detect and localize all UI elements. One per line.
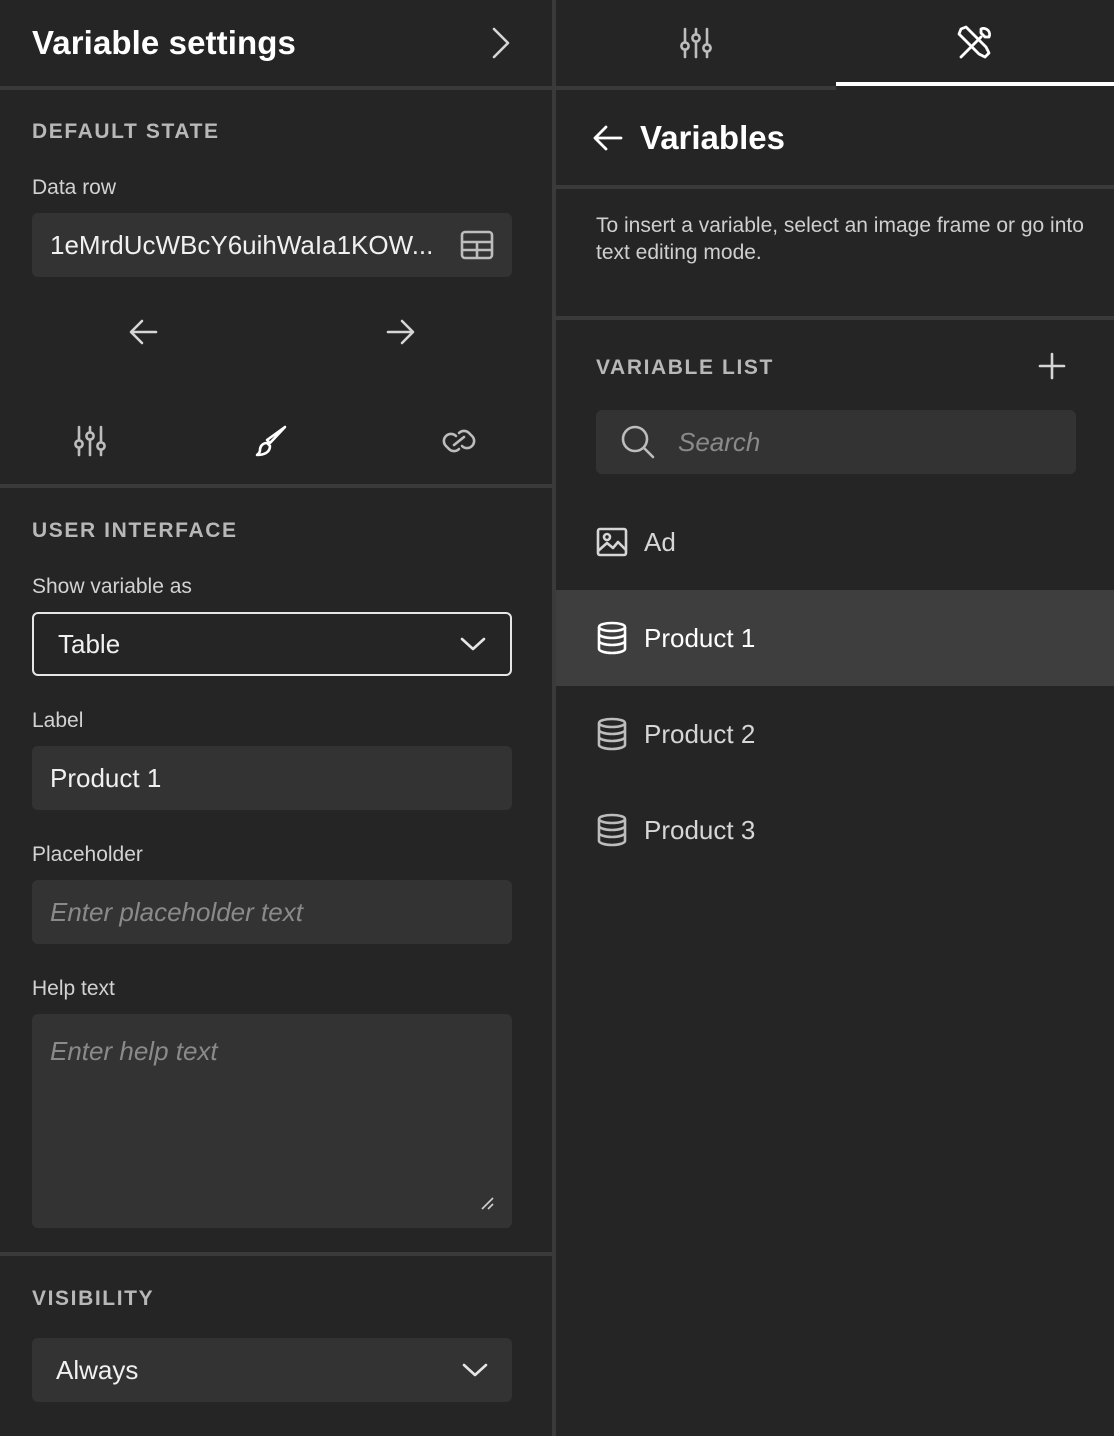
- previous-row-arrow-icon[interactable]: [128, 316, 160, 348]
- visibility-value: Always: [56, 1354, 139, 1385]
- placeholder-label: Placeholder: [32, 843, 143, 866]
- placeholder-input[interactable]: Enter placeholder text: [32, 880, 512, 944]
- search-input[interactable]: [678, 426, 1058, 458]
- chevron-right-icon[interactable]: [490, 26, 512, 60]
- placeholder-input-placeholder: Enter placeholder text: [50, 896, 303, 927]
- label-input[interactable]: Product 1: [32, 746, 512, 810]
- show-variable-as-value: Table: [58, 628, 121, 659]
- help-text-placeholder: Enter help text: [50, 1036, 218, 1066]
- chevron-down-icon: [460, 636, 486, 652]
- divider: [556, 316, 1114, 320]
- default-state-title: DEFAULT STATE: [32, 120, 220, 143]
- tab-settings[interactable]: [556, 0, 836, 86]
- variable-settings-header: Variable settings: [0, 0, 552, 86]
- show-variable-as-select[interactable]: Table: [32, 612, 512, 676]
- help-text-label: Help text: [32, 977, 115, 1000]
- visibility-select[interactable]: Always: [32, 1338, 512, 1402]
- settings-tabs: [0, 398, 552, 488]
- paintbrush-icon: [255, 424, 289, 458]
- add-variable-button[interactable]: [1038, 352, 1066, 380]
- link-icon: [442, 428, 476, 454]
- variable-settings-panel: Variable settings DEFAULT STATE Data row…: [0, 0, 552, 1436]
- variable-item-product-1[interactable]: Product 1: [556, 590, 1114, 686]
- show-variable-as-label: Show variable as: [32, 575, 192, 598]
- insert-variable-hint: To insert a variable, select an image fr…: [596, 214, 1084, 264]
- tab-tools[interactable]: [836, 0, 1114, 86]
- variable-list-title: VARIABLE LIST: [596, 356, 774, 379]
- label-value: Product 1: [50, 762, 162, 793]
- tab-links[interactable]: [365, 398, 552, 484]
- sliders-icon: [73, 424, 107, 458]
- data-row-label: Data row: [32, 176, 117, 199]
- variables-panel: Variables To insert a variable, select a…: [556, 0, 1114, 1436]
- variable-name: Ad: [644, 526, 676, 557]
- data-row-value: 1eMrdUcWBcY6uihWaIa1KOW...: [50, 229, 434, 260]
- variables-header: Variables: [556, 90, 1114, 186]
- divider: [0, 86, 552, 90]
- resize-grip-icon[interactable]: [480, 1196, 494, 1210]
- image-icon: [596, 527, 628, 557]
- divider: [0, 1252, 552, 1256]
- app-root: Variable settings DEFAULT STATE Data row…: [0, 0, 1114, 1436]
- panel-title: Variable settings: [32, 24, 296, 61]
- sliders-icon: [679, 26, 713, 60]
- data-row-field[interactable]: 1eMrdUcWBcY6uihWaIa1KOW...: [32, 213, 512, 277]
- divider: [0, 484, 552, 488]
- active-tab-indicator: [836, 82, 1114, 86]
- next-row-arrow-icon[interactable]: [384, 316, 416, 348]
- back-arrow-icon[interactable]: [592, 123, 624, 153]
- database-icon: [596, 813, 628, 847]
- tab-style[interactable]: [179, 398, 365, 488]
- variables-title: Variables: [640, 119, 785, 156]
- database-icon: [596, 717, 628, 751]
- panel-tabs: [556, 0, 1114, 86]
- variable-name: Product 2: [644, 718, 756, 749]
- visibility-title: VISIBILITY: [32, 1287, 155, 1310]
- divider: [556, 185, 1114, 189]
- help-text-input[interactable]: Enter help text: [32, 1014, 512, 1228]
- variable-name: Product 1: [644, 622, 756, 653]
- variable-item-ad[interactable]: Ad: [556, 494, 1114, 590]
- variable-item-product-2[interactable]: Product 2: [556, 686, 1114, 782]
- chevron-down-icon: [462, 1362, 488, 1378]
- variable-search[interactable]: [596, 410, 1076, 474]
- variable-name: Product 3: [644, 814, 756, 845]
- tab-properties[interactable]: [0, 398, 179, 484]
- search-icon: [620, 424, 656, 460]
- label-label: Label: [32, 709, 84, 732]
- tools-icon: [957, 25, 993, 61]
- user-interface-title: USER INTERFACE: [32, 519, 238, 542]
- table-icon[interactable]: [460, 230, 494, 260]
- variable-item-product-3[interactable]: Product 3: [556, 782, 1114, 878]
- database-icon: [596, 621, 628, 655]
